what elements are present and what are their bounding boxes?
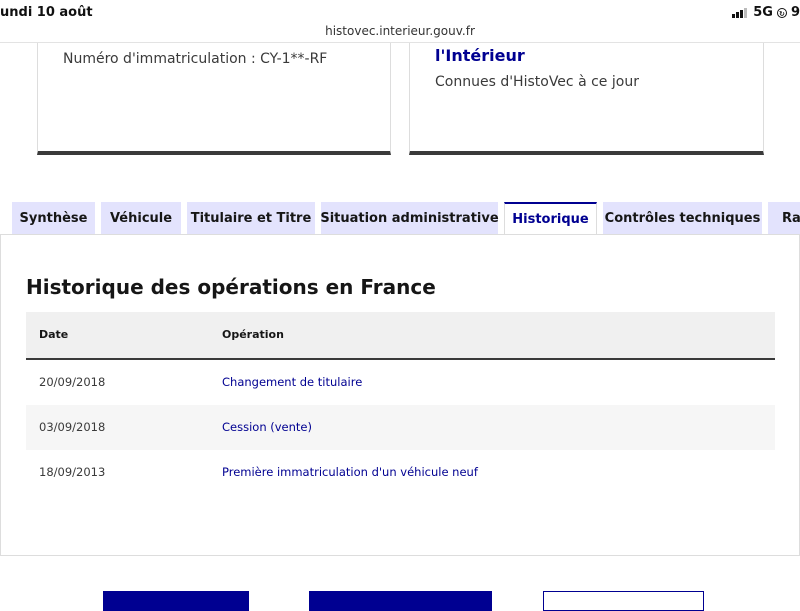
history-title: Historique des opérations en France (26, 275, 436, 299)
tab-synthese[interactable]: Synthèse (12, 202, 95, 235)
row-operation: Première immatriculation d'un véhicule n… (222, 465, 478, 479)
tab-controles-techniques[interactable]: Contrôles techniques (603, 202, 762, 235)
history-table: Date Opération 20/09/2018 Changement de … (26, 312, 775, 495)
status-bar: undi 10 août 5G ↻ 9 (0, 0, 800, 24)
vehicle-id-card: Numéro d'immatriculation : CY-1**-RF (37, 43, 391, 155)
column-header-operation: Opération (222, 328, 284, 341)
battery-label: 9 (790, 5, 800, 20)
plate-number: Numéro d'immatriculation : CY-1**-RF (63, 51, 328, 67)
row-operation: Cession (vente) (222, 420, 312, 434)
action-button-2[interactable] (309, 591, 492, 611)
row-date: 20/09/2018 (39, 375, 106, 389)
table-row: 18/09/2013 Première immatriculation d'un… (26, 450, 775, 495)
ministry-card: l'Intérieur Connues d'HistoVec à ce jour (409, 43, 764, 155)
tab-titulaire-titre[interactable]: Titulaire et Titre (187, 202, 315, 235)
ministry-title: l'Intérieur (435, 46, 525, 65)
row-operation: Changement de titulaire (222, 375, 363, 389)
address-bar[interactable]: histovec.interieur.gouv.fr (0, 24, 800, 41)
history-panel: Historique des opérations en France Date… (0, 234, 800, 556)
row-date: 03/09/2018 (39, 420, 106, 434)
tab-situation-administrative[interactable]: Situation administrative (320, 202, 499, 235)
tab-rapport[interactable]: Rap (768, 202, 800, 235)
signal-icon (732, 7, 748, 18)
column-header-date: Date (39, 328, 69, 341)
status-date: undi 10 août (0, 5, 93, 20)
tab-historique[interactable]: Historique (504, 202, 597, 235)
action-button-3[interactable] (543, 591, 704, 611)
tab-bar: Synthèse Véhicule Titulaire et Titre Sit… (0, 202, 800, 235)
table-row: 03/09/2018 Cession (vente) (26, 405, 775, 450)
row-date: 18/09/2013 (39, 465, 106, 479)
table-row: 20/09/2018 Changement de titulaire (26, 360, 775, 405)
orientation-lock-icon: ↻ (776, 7, 787, 18)
network-label: 5G (753, 5, 773, 20)
tab-vehicule[interactable]: Véhicule (101, 202, 181, 235)
action-button-1[interactable] (103, 591, 249, 611)
status-indicators: 5G ↻ 9 (732, 5, 800, 20)
table-header: Date Opération (26, 312, 775, 360)
ministry-subtitle: Connues d'HistoVec à ce jour (435, 74, 639, 90)
